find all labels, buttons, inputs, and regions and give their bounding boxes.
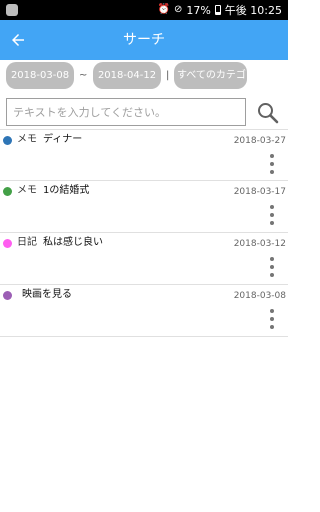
category-color-dot [3, 291, 12, 300]
end-date-button[interactable]: 2018-04-12 [93, 62, 161, 89]
entry-list: メモ ディナー 2018-03-27 メモ 1の結婚式 2018-03-17 日… [0, 129, 288, 337]
category-color-dot [3, 187, 12, 196]
back-button[interactable] [4, 26, 32, 54]
more-options-button[interactable] [266, 309, 278, 329]
battery-icon [214, 5, 221, 15]
search-button[interactable] [254, 99, 282, 127]
battery-percent: 17% [186, 3, 211, 17]
more-vert-icon [270, 205, 274, 209]
status-bar: ⏰ ⊘ 17% 午後 10:25 [0, 0, 288, 20]
app-bar: サーチ [0, 20, 288, 60]
entry-date: 2018-03-17 [233, 187, 286, 197]
do-not-disturb-icon: ⊘ [173, 4, 183, 15]
entry-title: ディナー [43, 134, 83, 145]
arrow-left-icon [12, 34, 24, 46]
category-color-dot [3, 136, 12, 145]
category-filter-button[interactable]: すべてのカテゴリ [174, 62, 247, 89]
entry-date: 2018-03-08 [233, 291, 286, 301]
entry-date: 2018-03-27 [233, 136, 286, 146]
more-vert-icon [270, 309, 274, 313]
filter-bar: 2018-03-08 ~ 2018-04-12 | すべてのカテゴリ [0, 60, 288, 90]
search-icon [258, 103, 279, 124]
entry-title: 映画を見る [22, 289, 72, 300]
list-item[interactable]: 日記 私は感じ良い 2018-03-12 [0, 233, 288, 285]
filter-divider: | [166, 70, 170, 81]
more-options-button[interactable] [266, 205, 278, 225]
more-options-button[interactable] [266, 257, 278, 277]
more-vert-icon [270, 154, 274, 158]
page-title: サーチ [123, 32, 165, 48]
date-range-separator: ~ [79, 70, 88, 81]
entry-title: 私は感じ良い [43, 237, 103, 248]
list-item[interactable]: メモ ディナー 2018-03-27 [0, 129, 288, 181]
notification-app-icon [6, 4, 18, 16]
list-item[interactable]: メモ 1の結婚式 2018-03-17 [0, 181, 288, 233]
search-bar [0, 97, 288, 129]
entry-date: 2018-03-12 [233, 239, 286, 249]
entry-category: メモ [17, 134, 37, 145]
status-time: 午後 10:25 [224, 4, 282, 17]
more-options-button[interactable] [266, 154, 278, 174]
list-item[interactable]: 映画を見る 2018-03-08 [0, 285, 288, 337]
start-date-button[interactable]: 2018-03-08 [6, 62, 74, 89]
alarm-icon: ⏰ [157, 4, 170, 15]
entry-category: 日記 [17, 237, 37, 248]
status-icons: ⏰ ⊘ 17% 午後 10:25 [158, 2, 283, 18]
entry-category: メモ [17, 185, 37, 196]
search-input[interactable] [6, 98, 246, 126]
category-color-dot [3, 239, 12, 248]
more-vert-icon [270, 257, 274, 261]
entry-title: 1の結婚式 [43, 185, 90, 196]
